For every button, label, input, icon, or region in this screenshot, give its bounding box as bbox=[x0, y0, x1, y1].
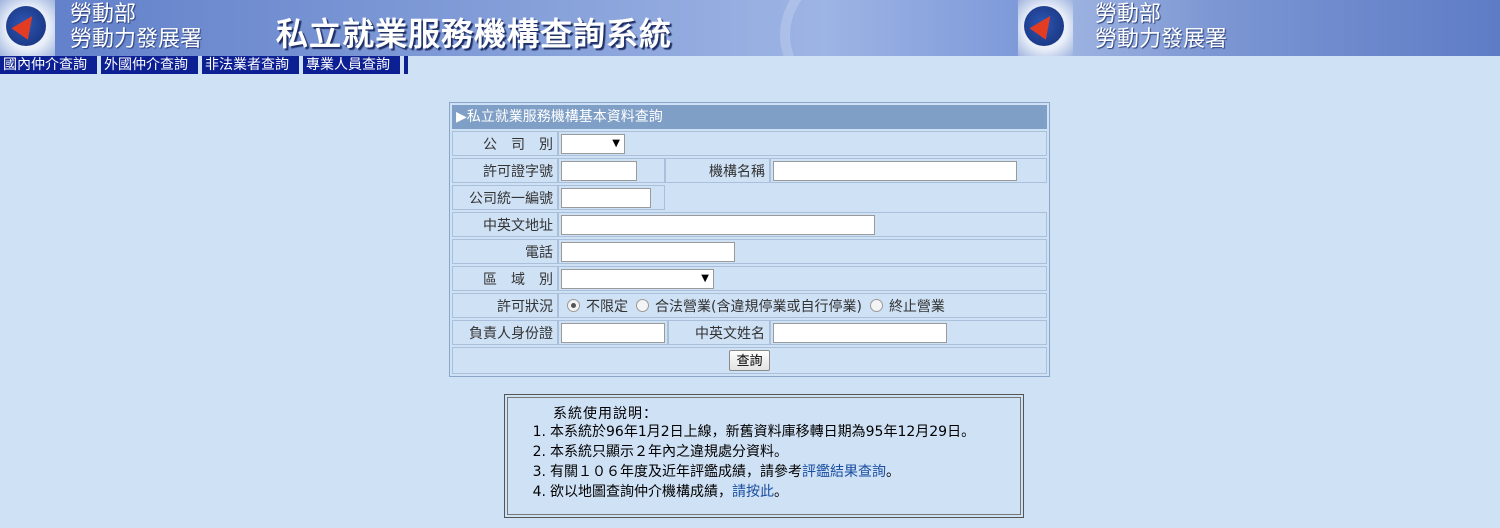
menu-foreign-agency[interactable]: 外國仲介查詢 bbox=[101, 56, 200, 74]
name-input[interactable] bbox=[773, 322, 947, 343]
instructions-list: 1. 本系統於96年1月2日上線，新舊資料庫移轉日期為95年12月29日。 2. 本… bbox=[528, 422, 975, 502]
instructions-title: 系統使用說明： bbox=[553, 406, 658, 422]
list-item: 1. 本系統於96年1月2日上線，新舊資料庫移轉日期為95年12月29日。 bbox=[532, 424, 976, 440]
status-radio-legal-label: 合法營業(含違規停業或自行停業) bbox=[655, 298, 862, 315]
phone-label: 電話 bbox=[452, 239, 558, 264]
org-name-label: 機構名稱 bbox=[665, 158, 770, 183]
company-type-select[interactable]: ▼ bbox=[561, 133, 625, 154]
system-title: 私立就業服務機構查詢系統 bbox=[276, 15, 673, 53]
status-label: 許可狀況 bbox=[452, 293, 558, 318]
main-menu: 國內仲介查詢 外國仲介查詢 非法業者查詢 專業人員查詢 bbox=[0, 56, 408, 74]
list-item: 2. 本系統只顯示２年內之違規處分資料。 bbox=[532, 444, 788, 460]
search-button[interactable]: 查詢 bbox=[729, 350, 770, 371]
usage-instructions: 系統使用說明： 1. 本系統於96年1月2日上線，新舊資料庫移轉日期為95年12月… bbox=[504, 394, 1024, 518]
ubn-label: 公司統一編號 bbox=[452, 185, 558, 210]
owner-id-label: 負責人身份證 bbox=[452, 320, 558, 345]
list-item: 3. 有關１０６年度及近年評鑑成績，請參考評鑑結果查詢。 bbox=[532, 464, 900, 480]
dropdown-arrow-icon: ▼ bbox=[701, 273, 709, 284]
status-radio-any-label: 不限定 bbox=[586, 298, 628, 315]
ubn-input[interactable] bbox=[561, 187, 651, 208]
name-label: 中英文姓名 bbox=[668, 320, 770, 345]
status-radio-terminated[interactable] bbox=[869, 299, 883, 312]
evaluation-results-link[interactable]: 評鑑結果查詢 bbox=[802, 464, 886, 480]
menu-domestic-agency[interactable]: 國內仲介查詢 bbox=[0, 56, 99, 74]
region-select[interactable]: ▼ bbox=[561, 268, 714, 289]
org-name: 勞動部 勞動力發展署 bbox=[1095, 2, 1228, 52]
phone-input[interactable] bbox=[561, 241, 735, 262]
org-name: 勞動部 勞動力發展署 bbox=[70, 2, 203, 52]
menu-professional-staff[interactable]: 專業人員查詢 bbox=[303, 56, 402, 74]
list-item: 4. 欲以地圖查詢仲介機構成績，請按此。 bbox=[532, 484, 788, 500]
company-type-label: 公 司 別 bbox=[452, 131, 558, 156]
header-right-panel: 勞動部 勞動力發展署 bbox=[1018, 0, 1500, 56]
address-label: 中英文地址 bbox=[452, 212, 558, 237]
owner-id-input[interactable] bbox=[561, 322, 665, 343]
status-radio-terminated-label: 終止營業 bbox=[888, 298, 945, 315]
status-radio-any[interactable] bbox=[567, 299, 580, 312]
menu-illegal-operators[interactable]: 非法業者查詢 bbox=[202, 56, 301, 74]
search-form: ▶私立就業服務機構基本資料查詢 公 司 別 ▼ 許可證字號 機構名稱 公司統一編… bbox=[449, 102, 1050, 377]
dropdown-arrow-icon: ▼ bbox=[612, 138, 620, 149]
address-input[interactable] bbox=[561, 214, 875, 235]
status-radio-group: 不限定 合法營業(含違規停業或自行停業) 終止營業 bbox=[558, 293, 1047, 318]
header-banner: 勞動部 勞動力發展署 私立就業服務機構查詢系統 勞動部 勞動力發展署 bbox=[0, 0, 1500, 56]
org-name-input[interactable] bbox=[773, 160, 1017, 181]
status-radio-legal[interactable] bbox=[636, 299, 649, 312]
region-label: 區 域 別 bbox=[452, 266, 558, 291]
map-query-link[interactable]: 請按此 bbox=[732, 484, 774, 500]
ministry-logo-icon bbox=[0, 0, 55, 56]
license-no-input[interactable] bbox=[561, 160, 637, 181]
ministry-logo-icon bbox=[1018, 0, 1073, 56]
license-no-label: 許可證字號 bbox=[452, 158, 558, 183]
menu-end bbox=[404, 56, 408, 74]
form-title: ▶私立就業服務機構基本資料查詢 bbox=[452, 105, 1047, 129]
